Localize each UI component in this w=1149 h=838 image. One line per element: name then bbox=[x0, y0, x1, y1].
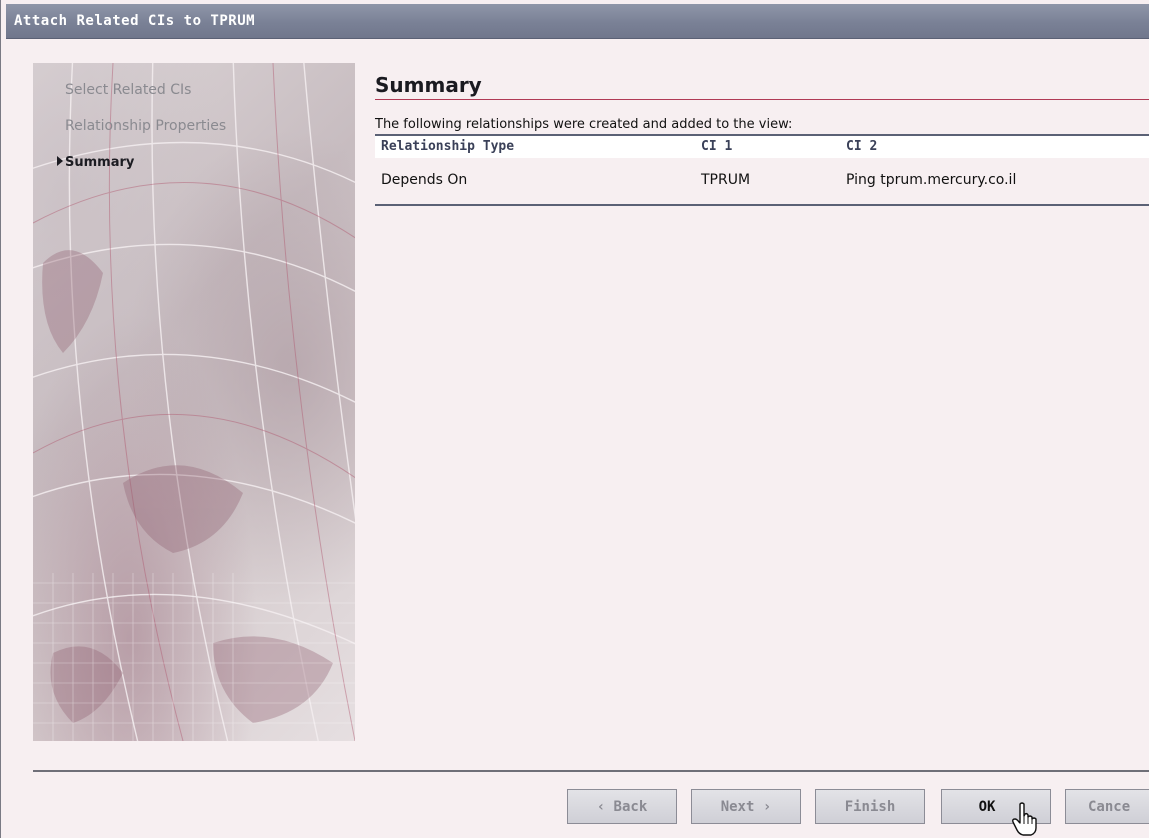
back-button[interactable]: ‹ Back bbox=[567, 789, 677, 824]
next-button[interactable]: Next › bbox=[691, 789, 801, 824]
finish-button-label: Finish bbox=[844, 798, 896, 815]
cell-ci-1: TPRUM bbox=[701, 172, 751, 188]
cell-ci-2: Ping tprum.mercury.co.il bbox=[846, 172, 1017, 188]
step-relationship-properties: Relationship Properties bbox=[65, 118, 227, 134]
finish-button[interactable]: Finish bbox=[815, 789, 925, 824]
relationships-table: Relationship Type CI 1 CI 2 Depends On T… bbox=[375, 134, 1149, 206]
cell-relationship-type: Depends On bbox=[381, 172, 468, 188]
wizard-window: Attach Related CIs to TPRUM Select Relat… bbox=[0, 0, 1149, 838]
hand-cursor-icon bbox=[1012, 802, 1037, 836]
footer-divider bbox=[33, 770, 1149, 772]
title-divider bbox=[375, 99, 1149, 100]
window-title: Attach Related CIs to TPRUM bbox=[14, 13, 256, 29]
step-summary: Summary bbox=[65, 155, 135, 170]
next-button-label: Next › bbox=[720, 798, 772, 815]
column-header-relationship-type: Relationship Type bbox=[381, 139, 515, 154]
page-title: Summary bbox=[375, 73, 482, 97]
ok-button-label: OK bbox=[978, 798, 996, 815]
cancel-button-label: Cance bbox=[1088, 798, 1131, 815]
summary-intro-text: The following relationships were created… bbox=[375, 117, 793, 132]
table-row: Depends On TPRUM Ping tprum.mercury.co.i… bbox=[375, 158, 1149, 206]
back-button-label: ‹ Back bbox=[596, 798, 648, 815]
cancel-button[interactable]: Cance bbox=[1065, 789, 1149, 824]
column-header-ci-2: CI 2 bbox=[846, 139, 878, 154]
step-select-related-cis: Select Related CIs bbox=[65, 82, 192, 98]
triangle-right-icon bbox=[57, 156, 63, 166]
summary-panel: Summary The following relationships were… bbox=[375, 63, 1149, 743]
title-bar: Attach Related CIs to TPRUM bbox=[6, 4, 1149, 39]
column-header-ci-1: CI 1 bbox=[701, 139, 733, 154]
table-header: Relationship Type CI 1 CI 2 bbox=[375, 134, 1149, 158]
wizard-step-sidebar: Select Related CIs Relationship Properti… bbox=[33, 63, 355, 741]
